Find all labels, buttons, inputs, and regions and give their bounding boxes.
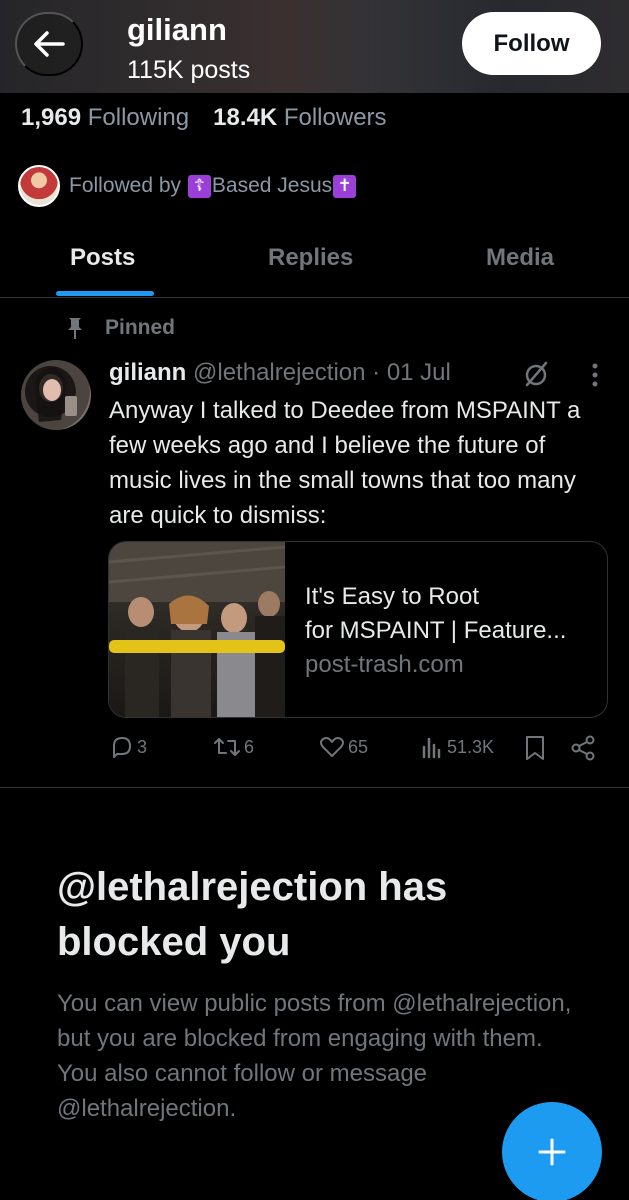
followers-link[interactable]: 18.4K Followers (213, 104, 386, 131)
followed-by-row[interactable]: Followed by ☦ Based Jesus ✝ (18, 165, 357, 207)
back-button[interactable] (15, 12, 83, 76)
following-label: Following (87, 104, 190, 131)
reply-count: 3 (137, 736, 148, 757)
link-card-text: It's Easy to Root for MSPAINT | Feature.… (305, 580, 566, 682)
edit-off-icon[interactable] (522, 360, 550, 393)
followers-label: Followers (283, 104, 387, 131)
profile-tabs: Posts Replies Media (0, 238, 629, 298)
blocked-title: @lethalrejection has blocked you (57, 865, 448, 964)
followers-count: 18.4K (213, 104, 278, 131)
following-link[interactable]: 1,969 Following (21, 104, 189, 131)
tab-media[interactable]: Media (486, 244, 554, 272)
blocked-description: You can view public posts from @lethalre… (57, 990, 572, 1122)
active-tab-indicator (56, 291, 154, 296)
repost-icon (214, 738, 240, 756)
heart-icon (320, 737, 344, 757)
profile-name: giliann (127, 12, 227, 47)
compose-button[interactable] (502, 1102, 602, 1200)
bookmark-icon (526, 736, 544, 760)
more-vertical-icon[interactable] (591, 362, 599, 393)
post-date[interactable]: 01 Jul (387, 359, 451, 386)
post-header: giliann @lethalrejection · 01 Jul (109, 359, 451, 387)
pinned-indicator: Pinned (67, 316, 175, 340)
follower-name: Based Jesus (211, 174, 333, 197)
link-card[interactable]: It's Easy to Root for MSPAINT | Feature.… (108, 541, 608, 718)
link-card-image (109, 542, 285, 717)
tab-replies[interactable]: Replies (268, 244, 353, 272)
followed-by-prefix: Followed by (69, 174, 182, 197)
followed-by-text: Followed by ☦ Based Jesus ✝ (69, 174, 357, 198)
plus-icon (538, 1138, 566, 1166)
orthodox-cross-icon: ☦ (187, 174, 211, 198)
pinned-label: Pinned (105, 316, 176, 339)
link-card-domain: post-trash.com (305, 651, 464, 678)
like-button[interactable]: 65 (319, 735, 368, 759)
repost-count: 6 (244, 736, 255, 757)
post-text: Anyway I talked to Deedee from MSPAINT a… (109, 397, 581, 529)
bookmark-button[interactable] (524, 735, 546, 761)
link-card-title-line1: It's Easy to Root (305, 583, 479, 610)
tab-posts[interactable]: Posts (70, 244, 135, 272)
views-count: 51.3K (447, 736, 495, 757)
views-button[interactable]: 51.3K (420, 735, 494, 759)
section-divider (0, 787, 629, 788)
views-icon (422, 737, 441, 759)
pin-icon (68, 318, 82, 339)
latin-cross-icon: ✝ (333, 174, 357, 198)
avatar-image (35, 368, 77, 422)
follower-avatar (18, 165, 60, 207)
follow-button[interactable]: Follow (462, 12, 601, 75)
post-actions: 3 6 65 51.3K (110, 735, 610, 765)
post-separator: · (372, 359, 381, 386)
avatar[interactable] (21, 360, 91, 430)
follow-stats: 1,969 Following 18.4K Followers (21, 104, 387, 132)
link-card-title-line2: for MSPAINT | Feature... (305, 617, 567, 644)
arrow-left-icon (34, 31, 65, 57)
post-count: 115K posts (127, 56, 251, 84)
repost-button[interactable]: 6 (213, 735, 254, 759)
profile-header: giliann 115K posts Follow (0, 0, 629, 93)
reply-button[interactable]: 3 (110, 735, 147, 759)
like-count: 65 (348, 736, 369, 757)
post-handle[interactable]: @lethalrejection (193, 359, 365, 386)
following-count: 1,969 (21, 104, 82, 131)
share-button[interactable] (570, 735, 596, 761)
post-author[interactable]: giliann (109, 359, 186, 386)
reply-icon (113, 737, 131, 758)
share-icon (571, 735, 595, 761)
